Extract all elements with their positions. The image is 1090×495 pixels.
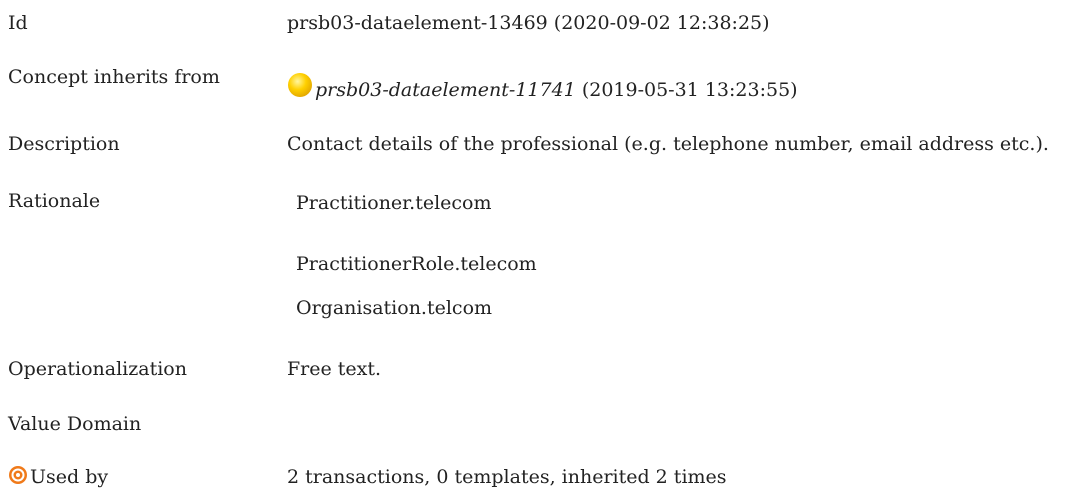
used-by-value: 2 transactions, 0 templates, inherited 2… — [287, 466, 727, 488]
rationale-label: Rationale — [8, 190, 101, 212]
rationale-item: Practitioner.telecom — [296, 192, 492, 214]
value-domain-label: Value Domain — [8, 413, 142, 435]
id-label: Id — [8, 12, 28, 34]
used-by-label: Used by — [30, 466, 109, 488]
parent-concept-link[interactable]: prsb03-dataelement-11741 — [315, 79, 576, 101]
operationalization-value: Free text. — [287, 358, 382, 380]
operationalization-label: Operationalization — [8, 358, 187, 380]
id-value: prsb03-dataelement-13469 (2020-09-02 12:… — [287, 12, 770, 34]
rationale-item: Organisation.telcom — [296, 297, 493, 319]
parent-concept-date: (2019-05-31 13:23:55) — [575, 79, 798, 101]
description-value: Contact details of the professional (e.g… — [287, 133, 1049, 155]
target-icon[interactable] — [8, 465, 28, 485]
yellow-orb-icon — [288, 73, 312, 97]
concept-inherits-value: prsb03-dataelement-11741 (2019-05-31 13:… — [287, 73, 798, 104]
rationale-item: PractitionerRole.telecom — [296, 253, 537, 275]
description-label: Description — [8, 133, 120, 155]
used-by-label-group: Used by — [8, 466, 108, 488]
concept-inherits-label: Concept inherits from — [8, 66, 220, 88]
